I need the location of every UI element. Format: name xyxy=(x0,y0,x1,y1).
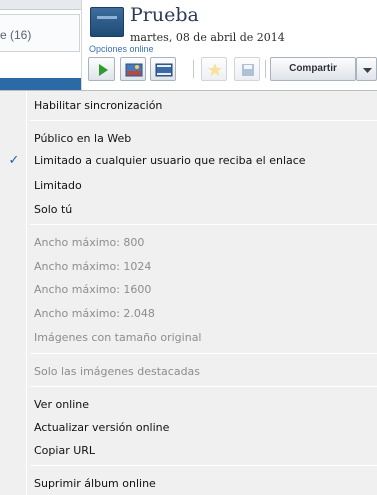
menu-item-featured-only: Solo las imágenes destacadas xyxy=(34,365,201,378)
menu-item-width-1024: Ancho máximo: 1024 xyxy=(34,260,152,273)
folder-pane: e (16) xyxy=(0,0,82,90)
menu-item-original-size: Imágenes con tamaño original xyxy=(34,331,202,344)
selected-folder-bar[interactable] xyxy=(0,78,81,90)
checkmark-icon: ✓ xyxy=(8,153,20,168)
album-title: Prueba xyxy=(130,4,199,26)
film-icon xyxy=(155,63,173,77)
photo-upload-button[interactable] xyxy=(120,57,146,81)
save-icon xyxy=(242,64,254,76)
menu-separator xyxy=(30,120,377,121)
share-dropdown-menu: Habilitar sincronización Público en la W… xyxy=(0,90,377,495)
online-options-link[interactable]: Opciones online xyxy=(89,44,154,54)
favorite-button[interactable] xyxy=(201,57,227,81)
menu-item-limited[interactable]: Limitado xyxy=(34,178,82,194)
share-button[interactable]: Compartir xyxy=(270,57,356,81)
toolbar-separator xyxy=(193,60,194,78)
menu-item-width-800: Ancho máximo: 800 xyxy=(34,236,145,249)
menu-item-width-1600: Ancho máximo: 1600 xyxy=(34,283,152,296)
chevron-down-icon xyxy=(363,68,372,73)
menu-item-limited-link[interactable]: Limitado a cualquier usuario que reciba … xyxy=(34,153,306,169)
album-thumbnail xyxy=(90,7,124,37)
menu-separator xyxy=(30,465,377,466)
folder-count: e (16) xyxy=(0,28,32,42)
play-icon xyxy=(99,64,108,76)
menu-item-width-2048: Ancho máximo: 2.048 xyxy=(34,307,155,320)
save-button[interactable] xyxy=(234,57,260,81)
menu-item-only-you[interactable]: Solo tú xyxy=(34,202,72,218)
album-header: e (16) Prueba martes, 08 de abril de 201… xyxy=(0,0,377,90)
menu-separator xyxy=(30,386,377,387)
photo-upload-icon xyxy=(125,63,143,77)
album-date: martes, 08 de abril de 2014 xyxy=(130,31,285,44)
menu-gutter xyxy=(26,91,27,495)
share-dropdown-button[interactable] xyxy=(356,57,377,81)
menu-item-copy-url[interactable]: Copiar URL xyxy=(34,443,95,459)
menu-separator xyxy=(30,224,377,225)
slideshow-button[interactable] xyxy=(88,57,115,81)
toolbar-separator xyxy=(265,60,266,78)
menu-separator xyxy=(30,353,377,354)
menu-item-public-web[interactable]: Público en la Web xyxy=(34,131,131,147)
star-icon xyxy=(208,63,222,76)
menu-item-enable-sync[interactable]: Habilitar sincronización xyxy=(34,98,162,114)
folder-pane-strip xyxy=(0,0,81,10)
menu-item-update-online[interactable]: Actualizar versión online xyxy=(34,420,169,436)
movie-button[interactable] xyxy=(150,57,176,81)
menu-item-view-online[interactable]: Ver online xyxy=(34,397,89,413)
menu-item-delete-online[interactable]: Suprimir álbum online xyxy=(34,476,156,492)
